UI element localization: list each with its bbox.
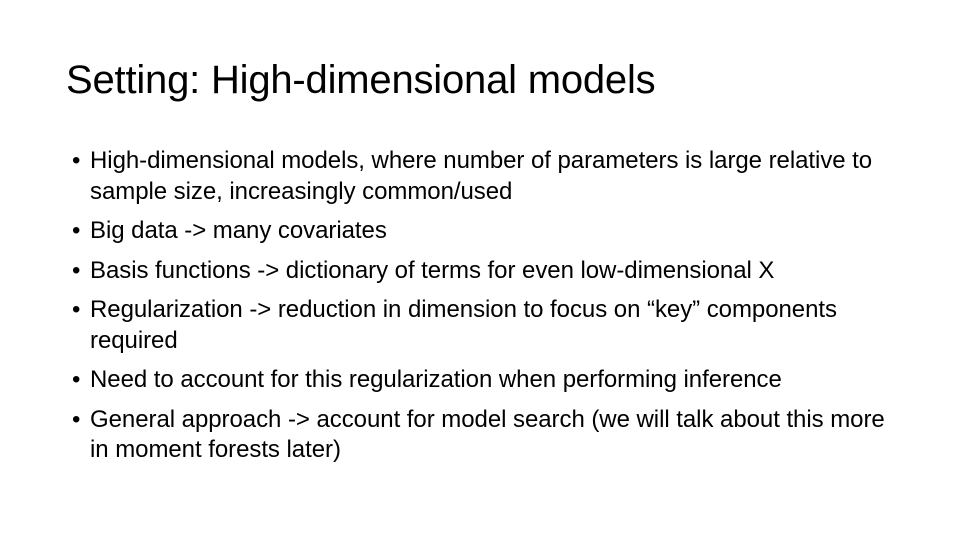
- slide-body-content: • High-dimensional models, where number …: [66, 146, 896, 466]
- list-item: • High-dimensional models, where number …: [66, 146, 896, 207]
- bullet-point-icon: •: [72, 256, 81, 284]
- bullet-point-icon: •: [72, 296, 81, 323]
- page-title: Setting: High-dimensional models: [66, 58, 656, 102]
- bullet-point-icon: •: [72, 147, 81, 174]
- bullet-point-icon: •: [72, 217, 81, 244]
- list-item: • Big data -> many covariates: [66, 216, 896, 247]
- bullet-point-icon: •: [72, 405, 81, 433]
- list-item: • Basis functions -> dictionary of terms…: [66, 256, 896, 287]
- list-item-text: General approach -> account for model se…: [90, 405, 885, 464]
- presentation-slide: Setting: High-dimensional models • High-…: [0, 0, 960, 540]
- bullet-point-icon: •: [72, 366, 81, 393]
- list-item-text: High-dimensional models, where number of…: [90, 147, 873, 205]
- list-item-text: Basis functions -> dictionary of terms f…: [90, 256, 775, 284]
- list-item: • General approach -> account for model …: [66, 405, 896, 466]
- list-item: • Need to account for this regularizatio…: [66, 365, 896, 396]
- list-item-text: Regularization -> reduction in dimension…: [90, 296, 837, 354]
- list-item-text: Big data -> many covariates: [90, 217, 387, 244]
- list-item: • Regularization -> reduction in dimensi…: [66, 295, 896, 356]
- list-item-text: Need to account for this regularization …: [90, 366, 782, 393]
